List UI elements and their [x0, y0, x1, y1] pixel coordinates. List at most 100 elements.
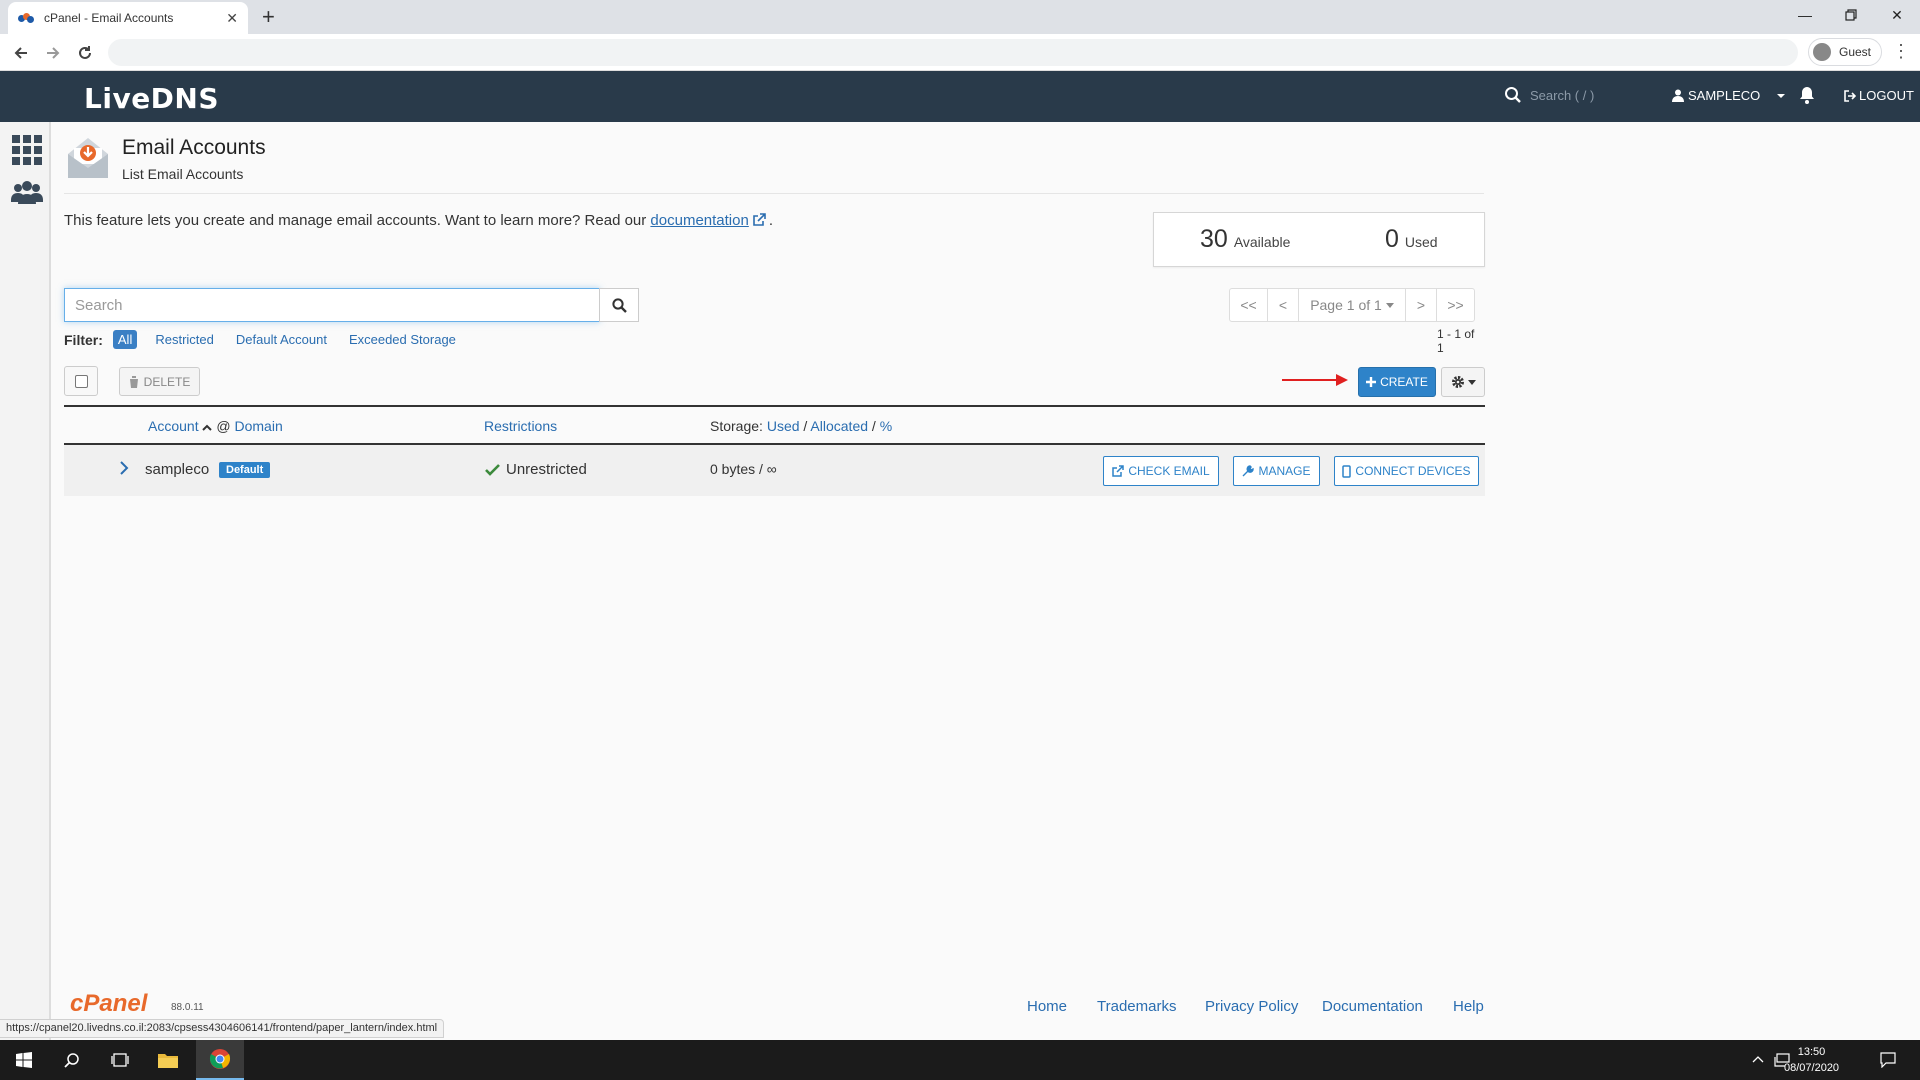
- checkbox-square: [74, 374, 88, 388]
- profile-label: Guest: [1839, 45, 1872, 59]
- apps-grid-icon[interactable]: [12, 135, 42, 165]
- file-explorer-icon[interactable]: [144, 1040, 192, 1080]
- used-label: Used: [1404, 234, 1438, 250]
- results-range: 1 - 1 of 1: [1437, 327, 1475, 355]
- footer-privacy-link[interactable]: Privacy Policy: [1205, 998, 1298, 1015]
- manage-button[interactable]: MANAGE: [1233, 456, 1320, 486]
- caret-down-icon: [1467, 379, 1476, 385]
- task-view-icon[interactable]: [96, 1040, 144, 1080]
- external-link-icon[interactable]: [752, 213, 766, 227]
- footer-trademarks-link[interactable]: Trademarks: [1097, 998, 1176, 1015]
- first-page-button[interactable]: <<: [1230, 289, 1268, 321]
- available-stat: 30 Available: [1200, 225, 1290, 254]
- used-value: 0: [1385, 225, 1399, 253]
- documentation-link[interactable]: documentation: [650, 212, 748, 229]
- delete-button[interactable]: DELETE: [119, 367, 200, 396]
- storage-sep: /: [803, 418, 808, 434]
- col-storage: Storage: Used / Allocated / %: [710, 418, 892, 434]
- footer-home-link[interactable]: Home: [1027, 998, 1067, 1015]
- chevron-right-icon[interactable]: [117, 460, 131, 476]
- trash-icon: [128, 375, 139, 388]
- col-account-domain: Account @ Domain: [148, 418, 283, 434]
- last-page-button[interactable]: >>: [1437, 289, 1474, 321]
- browser-tab[interactable]: cPanel - Email Accounts ✕: [8, 2, 248, 34]
- select-all-checkbox[interactable]: [64, 366, 98, 396]
- logout-label: LOGOUT: [1859, 88, 1914, 103]
- reload-icon[interactable]: [73, 41, 97, 65]
- user-menu[interactable]: SAMPLECO: [1672, 88, 1786, 103]
- minimize-icon[interactable]: —: [1782, 0, 1828, 30]
- tray-chevron-up-icon[interactable]: [1752, 1055, 1764, 1063]
- search-button[interactable]: [599, 288, 639, 322]
- system-clock[interactable]: 13:50 08/07/2020: [1784, 1044, 1839, 1076]
- sort-restrictions-link[interactable]: Restrictions: [484, 418, 557, 434]
- tab-title: cPanel - Email Accounts: [44, 11, 174, 25]
- browser-tab-bar: cPanel - Email Accounts ✕ + — ✕: [0, 0, 1920, 34]
- col-restrictions: Restrictions: [484, 418, 557, 434]
- settings-dropdown-button[interactable]: [1441, 367, 1485, 397]
- footer-documentation-link[interactable]: Documentation: [1322, 998, 1423, 1015]
- restore-icon[interactable]: [1828, 0, 1874, 30]
- logout-button[interactable]: LOGOUT: [1844, 88, 1914, 103]
- taskbar-search-icon[interactable]: [48, 1040, 96, 1080]
- table-row: sampleco Default Unrestricted 0 bytes / …: [64, 445, 1485, 496]
- header-search-input[interactable]: Search ( / ): [1530, 88, 1594, 103]
- gear-icon: [1451, 376, 1464, 388]
- filter-exceeded-storage[interactable]: Exceeded Storage: [349, 332, 456, 347]
- page-select[interactable]: Page 1 of 1: [1299, 289, 1406, 321]
- notifications-icon[interactable]: [1880, 1052, 1896, 1068]
- sort-percent-link[interactable]: %: [880, 418, 892, 434]
- filter-all[interactable]: All: [112, 330, 138, 349]
- accounts-stats-panel: 30 Available 0 Used: [1153, 212, 1485, 267]
- bell-icon[interactable]: [1798, 85, 1816, 105]
- windows-start-icon[interactable]: [0, 1040, 48, 1080]
- clock-date: 08/07/2020: [1784, 1062, 1840, 1074]
- clock-time: 13:50: [1797, 1046, 1826, 1058]
- external-link-icon: [1112, 465, 1125, 477]
- users-icon[interactable]: [10, 180, 44, 206]
- filter-default-account[interactable]: Default Account: [236, 332, 327, 347]
- tab-close-icon[interactable]: ✕: [226, 10, 238, 27]
- chrome-taskbar-icon[interactable]: [196, 1040, 244, 1080]
- intro-text: This feature lets you create and manage …: [64, 212, 773, 229]
- next-page-button[interactable]: >: [1406, 289, 1437, 321]
- page-subtitle: List Email Accounts: [122, 166, 244, 182]
- search-icon[interactable]: [1504, 86, 1522, 104]
- cpanel-logo: cPanel: [70, 990, 148, 1017]
- browser-menu-icon[interactable]: ⋮: [1892, 42, 1910, 60]
- close-window-icon[interactable]: ✕: [1874, 0, 1920, 30]
- create-label: CREATE: [1380, 375, 1428, 389]
- manage-label: MANAGE: [1258, 464, 1311, 478]
- plus-icon: [1366, 377, 1377, 387]
- create-button[interactable]: CREATE: [1358, 367, 1436, 397]
- search-input[interactable]: [64, 288, 600, 322]
- sort-allocated-link[interactable]: Allocated: [810, 418, 868, 434]
- filter-bar: Filter: All Restricted Default Account E…: [64, 330, 478, 349]
- sort-used-link[interactable]: Used: [767, 418, 800, 434]
- address-bar[interactable]: [108, 39, 1798, 66]
- delete-label: DELETE: [143, 374, 191, 389]
- sort-account-link[interactable]: Account: [148, 418, 199, 434]
- new-tab-icon[interactable]: +: [262, 5, 275, 29]
- check-email-label: CHECK EMAIL: [1128, 464, 1210, 478]
- connect-devices-button[interactable]: CONNECT DEVICES: [1334, 456, 1479, 486]
- sort-asc-icon: [202, 424, 213, 431]
- profile-avatar-icon: [1813, 43, 1831, 61]
- status-bar-url: https://cpanel20.livedns.co.il:2083/cpse…: [0, 1019, 445, 1038]
- connect-devices-label: CONNECT DEVICES: [1355, 464, 1471, 478]
- profile-button[interactable]: Guest: [1808, 38, 1883, 66]
- user-name: SAMPLECO: [1688, 88, 1761, 103]
- check-email-button[interactable]: CHECK EMAIL: [1103, 456, 1219, 486]
- footer-help-link[interactable]: Help: [1453, 998, 1484, 1015]
- forward-icon[interactable]: [41, 41, 65, 65]
- restriction-status: Unrestricted: [485, 461, 587, 478]
- annotation-arrow: [1282, 374, 1348, 386]
- back-icon[interactable]: [9, 41, 33, 65]
- account-name: sampleco: [145, 461, 210, 478]
- email-accounts-icon: [68, 138, 108, 178]
- prev-page-button[interactable]: <: [1268, 289, 1299, 321]
- filter-restricted[interactable]: Restricted: [155, 332, 214, 347]
- sort-domain-link[interactable]: Domain: [234, 418, 282, 434]
- livedns-logo[interactable]: LiveDNS: [84, 82, 219, 115]
- user-icon: [1672, 89, 1684, 102]
